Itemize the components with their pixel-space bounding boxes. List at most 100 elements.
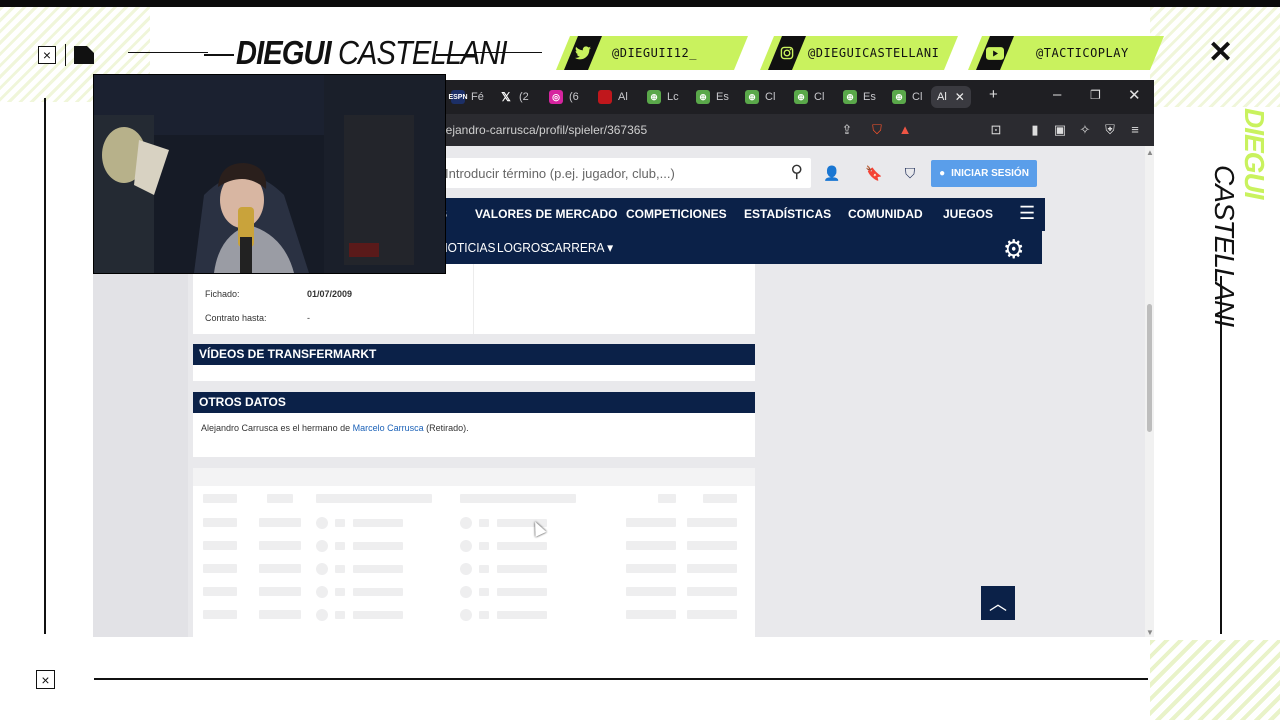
social-youtube: @TACTICOPLAY — [968, 36, 1164, 70]
tab-red[interactable]: Al — [598, 86, 628, 108]
nav-item-market-values[interactable]: VALORES DE MERCADO — [475, 207, 617, 221]
top-border — [0, 0, 1280, 7]
content-column: Club actual: Retirado Fichado: 01/07/200… — [193, 264, 756, 637]
reader-icon[interactable]: ⊡ — [988, 122, 1004, 138]
other-data-text: Alejandro Carrusca es el hermano de Marc… — [201, 423, 469, 433]
tab-transfermarkt-3[interactable]: ⊕ Cl — [745, 86, 775, 108]
other-data-section-title: OTROS DATOS — [193, 392, 755, 413]
settings-gear-icon[interactable]: ⚙ — [1003, 234, 1024, 265]
transfermarkt-icon: ⊕ — [794, 90, 808, 104]
skeleton-bar — [203, 494, 237, 503]
subnav-career[interactable]: CARRERA ▾ — [546, 240, 613, 256]
left-margin — [93, 264, 188, 637]
skeleton-bar — [267, 494, 293, 503]
nav-item-statistics[interactable]: ESTADÍSTICAS — [744, 207, 831, 221]
skeleton-bar — [316, 494, 432, 503]
webcam-feed — [93, 74, 446, 274]
scroll-up-arrow-icon[interactable]: ▲ — [1146, 148, 1154, 157]
tab-transfermarkt-2[interactable]: ⊕ Es — [696, 86, 729, 108]
line — [474, 52, 542, 53]
tab-transfermarkt-6[interactable]: ⊕ Cl — [892, 86, 922, 108]
login-button[interactable]: ● INICIAR SESIÓN — [931, 160, 1037, 187]
tab-espn[interactable]: ESPN Fé — [448, 86, 484, 108]
transfermarkt-icon: ⊕ — [892, 90, 906, 104]
tab-transfermarkt-1[interactable]: ⊕ Lc — [647, 86, 679, 108]
sibling-link[interactable]: Marcelo Carrusca — [353, 423, 424, 433]
instagram-handle: @DIEGUICASTELLANI — [808, 46, 940, 60]
espn-icon: ESPN — [448, 90, 468, 104]
youtube-handle: @TACTICOPLAY — [1036, 46, 1129, 60]
right-frame-line — [1220, 276, 1222, 634]
social-instagram: @DIEGUICASTELLANI — [760, 36, 958, 70]
hamburger-icon[interactable]: ☰ — [1019, 203, 1035, 224]
line — [204, 54, 234, 56]
user-icon: ● — [939, 168, 946, 179]
scrollbar[interactable]: ▲ ▼ — [1145, 146, 1154, 637]
nav-item-competitions[interactable]: COMPETICIONES — [626, 207, 727, 221]
search-input[interactable]: Introducir término (p.ej. jugador, club,… — [431, 158, 811, 188]
vertical-brand-second: CASTELLANI — [1209, 165, 1240, 327]
bottom-frame-line — [94, 678, 1148, 680]
vertical-brand-first: DIEGUI — [1239, 108, 1270, 199]
brand-logo: DIEGUI CASTELLANI — [236, 34, 508, 71]
card-divider — [473, 264, 474, 334]
shield-icon[interactable]: ⛉ — [899, 162, 921, 184]
bookmark-icon[interactable]: 🔖 — [863, 162, 885, 184]
brave-shield-icon[interactable]: ⛉ — [869, 122, 885, 138]
loading-table-skeleton — [193, 486, 755, 637]
tag-shape-icon — [74, 46, 94, 64]
back-to-top-button[interactable]: ︿ — [981, 586, 1015, 620]
minimize-icon[interactable]: – — [1053, 86, 1061, 103]
transfermarkt-icon: ⊕ — [745, 90, 759, 104]
wallet-icon[interactable]: ▣ — [1052, 122, 1068, 138]
restore-icon[interactable]: ❐ — [1090, 88, 1101, 102]
signed-value: 01/07/2009 — [307, 289, 353, 299]
subnav-achievements[interactable]: LOGROS — [497, 240, 548, 255]
close-window-icon[interactable]: ✕ — [1128, 86, 1141, 104]
loading-header — [193, 468, 755, 486]
new-tab-icon[interactable]: + — [989, 86, 998, 103]
twitter-handle: @DIEGUII12_ — [612, 46, 697, 60]
close-x-icon: ✕ — [1208, 36, 1234, 69]
tab-transfermarkt-5[interactable]: ⊕ Es — [843, 86, 876, 108]
transfermarkt-icon: ⊕ — [647, 90, 661, 104]
tab-transfermarkt-4[interactable]: ⊕ Cl — [794, 86, 824, 108]
left-frame-line — [44, 98, 46, 634]
close-tab-icon[interactable]: ✕ — [955, 90, 965, 104]
rewards-icon[interactable]: ▲ — [897, 122, 913, 138]
stripe-decoration-bottom-right — [1150, 640, 1280, 720]
skeleton-bar — [703, 494, 737, 503]
url-field[interactable]: lejandro-carrusca/profil/spieler/367365 — [443, 123, 647, 137]
transfermarkt-icon: ⊕ — [843, 90, 857, 104]
share-icon[interactable]: ⇪ — [839, 122, 855, 138]
tab-x[interactable]: 𝕏 (2 — [499, 86, 529, 108]
subnav-news[interactable]: NOTICIAS — [439, 240, 495, 255]
line — [128, 52, 208, 53]
leo-ai-icon[interactable]: ✧ — [1077, 122, 1093, 138]
tab-instagram[interactable]: ◎ (6 — [549, 86, 579, 108]
tab-active[interactable]: Al ✕ — [931, 86, 971, 108]
sidebar-icon[interactable]: ▮ — [1027, 122, 1043, 138]
search-placeholder: Introducir término (p.ej. jugador, club,… — [445, 166, 675, 181]
user-search-icon[interactable]: 👤 — [821, 162, 843, 184]
scroll-down-arrow-icon[interactable]: ▼ — [1146, 628, 1154, 637]
close-box-icon-bottom: × — [36, 670, 55, 689]
player-info-card: Club actual: Retirado Fichado: 01/07/200… — [193, 264, 755, 334]
close-box-icon: × — [38, 46, 56, 64]
scrollbar-thumb[interactable] — [1147, 304, 1152, 432]
divider — [65, 44, 66, 66]
search-icon[interactable]: ⚲ — [791, 162, 803, 182]
instagram-icon: ◎ — [549, 90, 563, 104]
menu-icon[interactable]: ≡ — [1127, 122, 1143, 138]
x-icon: 𝕏 — [501, 90, 511, 104]
line — [436, 54, 476, 56]
skeleton-bar — [460, 494, 576, 503]
nav-item-games[interactable]: JUEGOS — [943, 207, 993, 221]
red-square-icon — [598, 90, 612, 104]
other-data-card: Alejandro Carrusca es el hermano de Marc… — [193, 413, 755, 457]
social-twitter: @DIEGUII12_ — [556, 36, 748, 70]
contract-value: - — [307, 313, 310, 323]
vpn-icon[interactable]: ⛨ — [1102, 122, 1118, 138]
videos-section-title: VÍDEOS DE TRANSFERMARKT — [193, 344, 755, 365]
nav-item-community[interactable]: COMUNIDAD — [848, 207, 923, 221]
